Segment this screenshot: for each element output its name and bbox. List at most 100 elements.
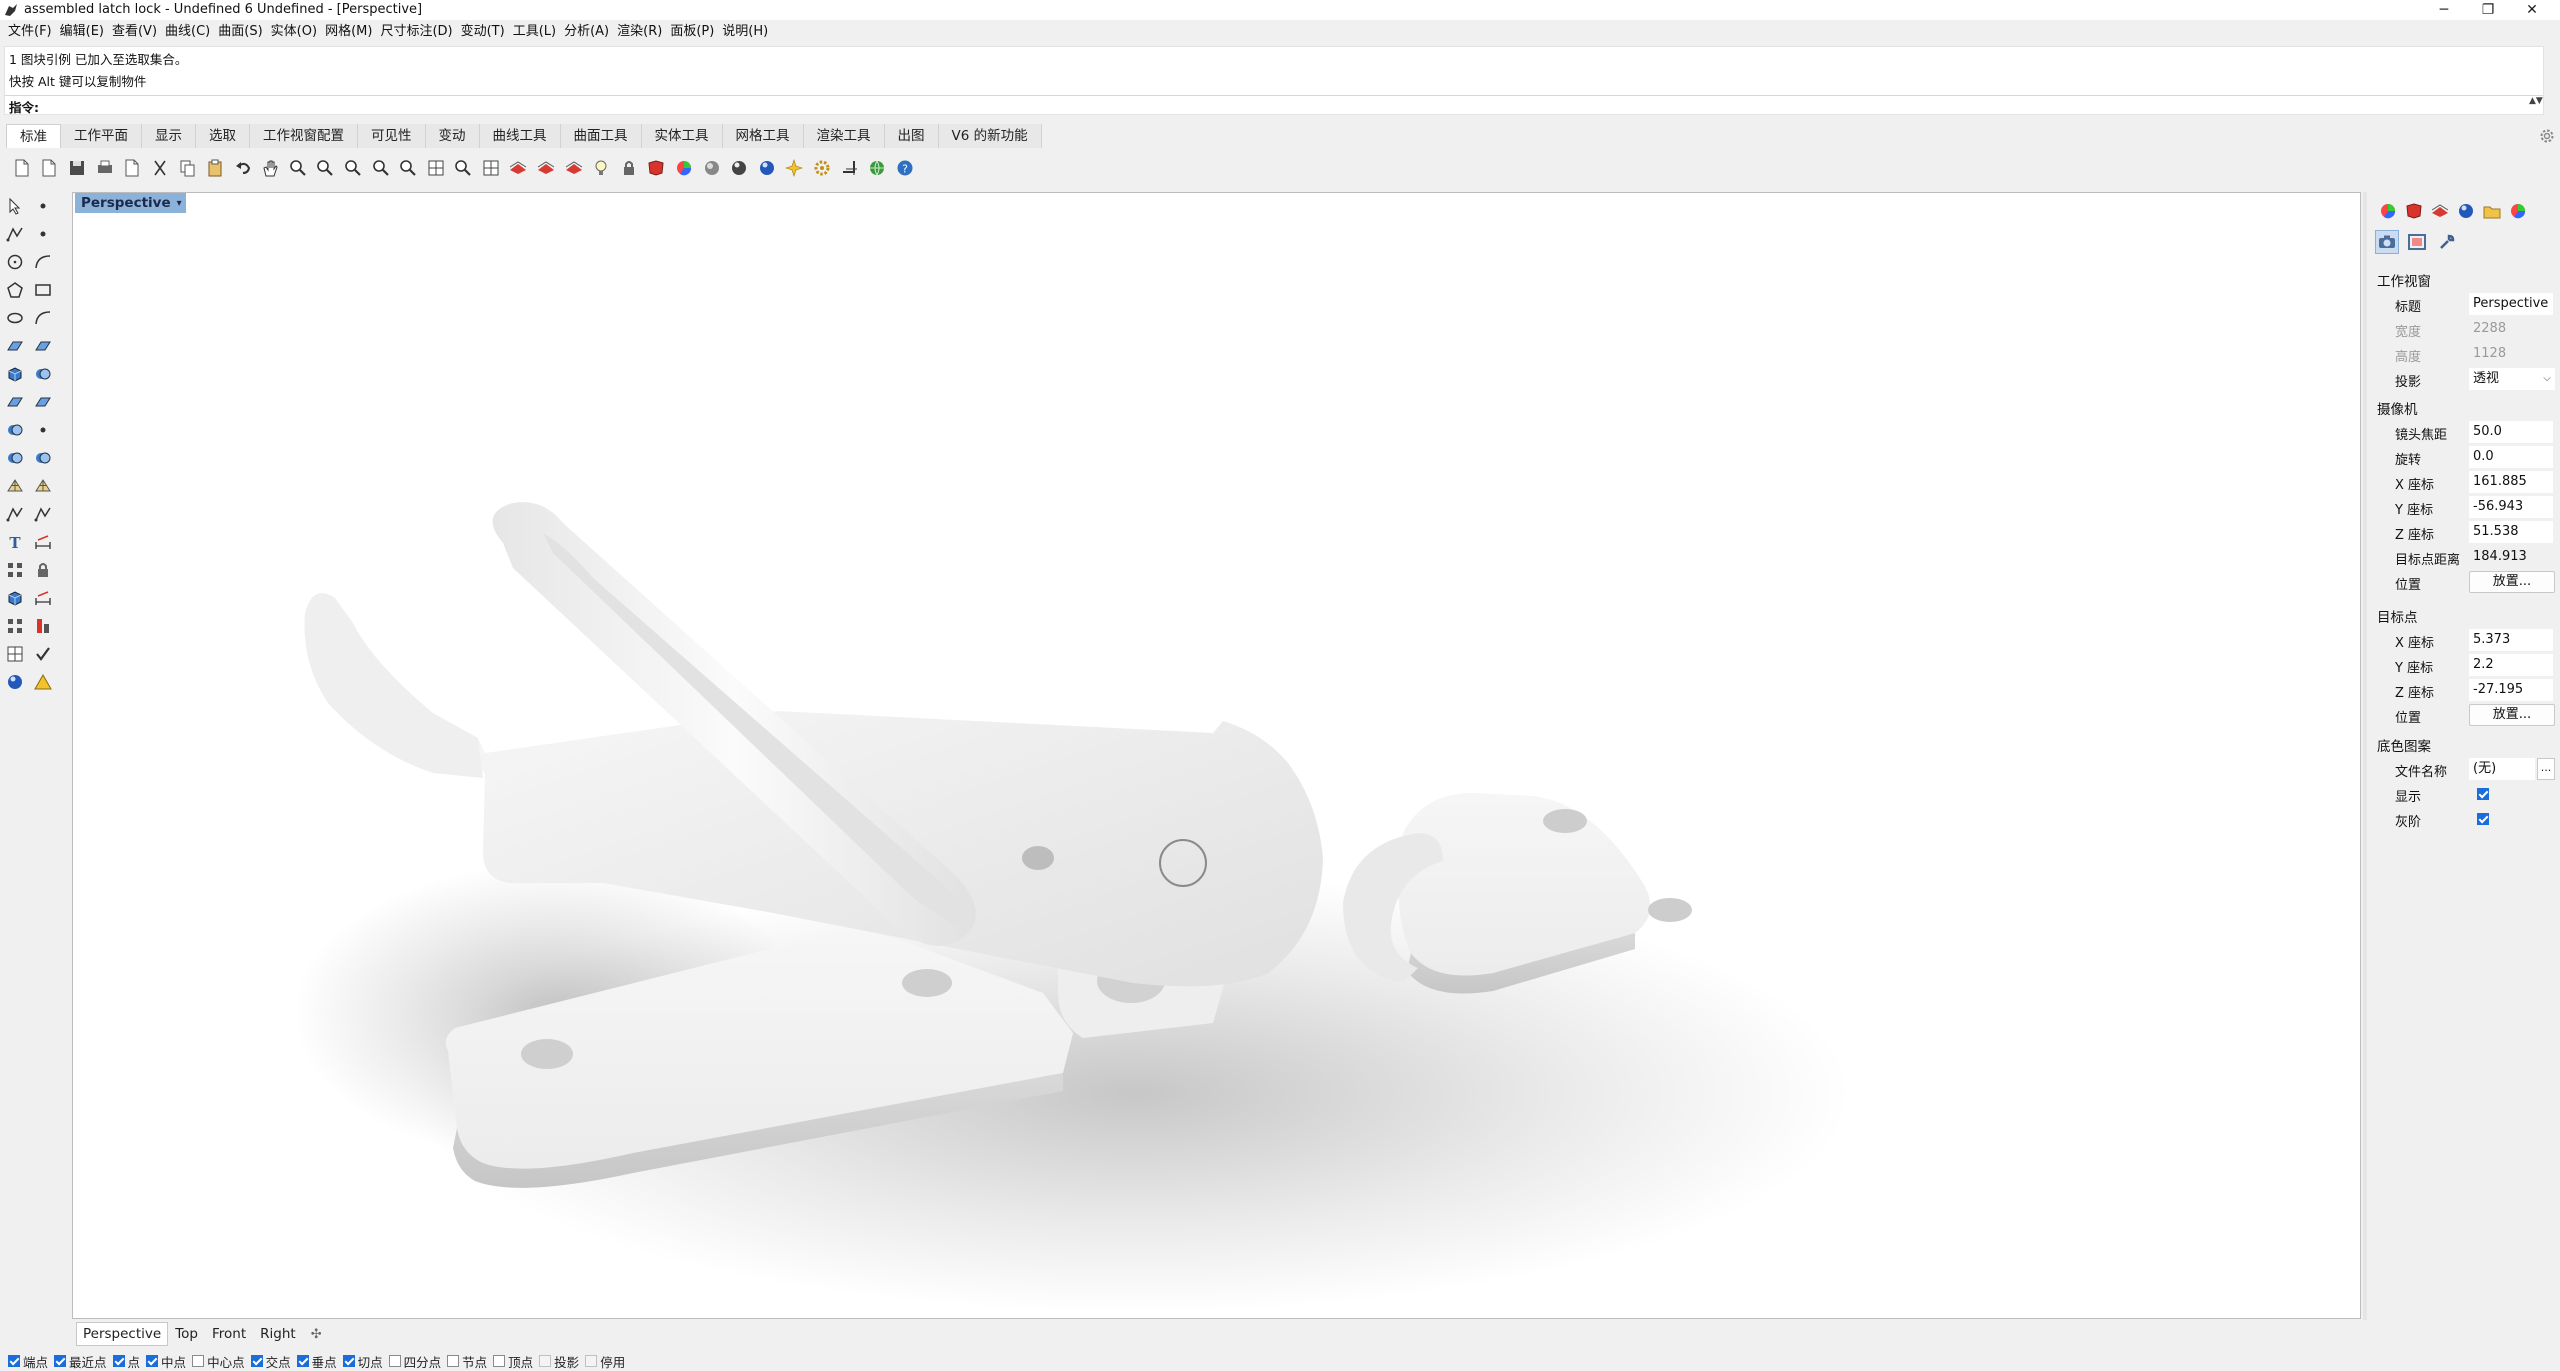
perspective-viewport[interactable]: Perspective ▾ [72, 192, 2361, 1319]
grayscale-checkbox[interactable] [2477, 813, 2489, 825]
zoom-window-icon[interactable] [339, 156, 367, 180]
curve-extend-icon[interactable] [33, 504, 55, 526]
osnap-item[interactable]: 四分点 [388, 1352, 441, 1371]
prop-camera-y-field[interactable]: -56.943 [2469, 496, 2553, 518]
hide-object-icon[interactable] [505, 156, 533, 180]
viewport-tab-right[interactable]: Right [253, 1322, 303, 1346]
split-icon[interactable] [33, 448, 55, 470]
tab-transform[interactable]: 变动 [425, 124, 480, 148]
prop-rotation-field[interactable]: 0.0 [2469, 446, 2553, 468]
four-views-icon[interactable] [422, 156, 450, 180]
osnap-checkbox[interactable] [112, 1355, 125, 1367]
osnap-item[interactable]: 顶点 [493, 1352, 533, 1371]
osnap-item[interactable]: 切点 [342, 1352, 383, 1371]
measure-icon[interactable] [33, 588, 55, 610]
join-icon[interactable] [5, 448, 27, 470]
osnap-item[interactable]: 端点 [8, 1352, 48, 1371]
gear-icon[interactable] [2538, 127, 2556, 145]
osnap-checkbox[interactable] [192, 1355, 205, 1367]
menu-view[interactable]: 查看(V) [110, 22, 163, 42]
extrude-icon[interactable] [5, 392, 27, 414]
render-sphere-icon[interactable] [753, 156, 781, 180]
maximize-button[interactable]: ❐ [2466, 0, 2510, 20]
tab-surface-tools[interactable]: 曲面工具 [560, 124, 642, 148]
display-icon[interactable] [2505, 200, 2531, 222]
new-file-icon[interactable] [8, 156, 36, 180]
check-icon[interactable] [33, 644, 55, 666]
lock-icon[interactable] [615, 156, 643, 180]
osnap-item[interactable]: 中点 [146, 1352, 186, 1371]
color-wheel-icon[interactable] [670, 156, 698, 180]
prop-camera-x-field[interactable]: 161.885 [2469, 471, 2553, 493]
surface-edge-icon[interactable] [33, 336, 55, 358]
boolean-icon[interactable] [33, 364, 55, 386]
select-arrow-icon[interactable] [5, 196, 27, 218]
array-icon[interactable] [5, 616, 27, 638]
camera-icon[interactable] [2375, 230, 2399, 254]
osnap-item[interactable]: 停用 [585, 1352, 625, 1371]
tab-render-tools[interactable]: 渲染工具 [803, 124, 885, 148]
print-icon[interactable] [91, 156, 119, 180]
paste-icon[interactable] [201, 156, 229, 180]
polyline-icon[interactable] [5, 224, 27, 246]
menu-tools[interactable]: 工具(L) [511, 22, 562, 42]
tab-solid-tools[interactable]: 实体工具 [641, 124, 723, 148]
block-icon[interactable] [33, 560, 55, 582]
osnap-checkbox[interactable] [8, 1355, 20, 1367]
menu-analyze[interactable]: 分析(A) [562, 22, 615, 42]
material-icon[interactable] [643, 156, 671, 180]
ghost-icon[interactable] [532, 156, 560, 180]
prop-focal-field[interactable]: 50.0 [2469, 421, 2553, 443]
light-icon[interactable] [587, 156, 615, 180]
globe-icon[interactable] [863, 156, 891, 180]
show-wallpaper-checkbox[interactable] [2477, 788, 2489, 800]
arc-icon[interactable] [33, 252, 55, 274]
menu-surface[interactable]: 曲面(S) [216, 22, 268, 42]
osnap-item[interactable]: 节点 [447, 1352, 487, 1371]
osnap-checkbox[interactable] [146, 1355, 159, 1367]
osnap-item[interactable]: 中心点 [192, 1352, 245, 1371]
menu-panels[interactable]: 面板(P) [668, 22, 720, 42]
menu-dimension[interactable]: 尺寸标注(D) [378, 22, 458, 42]
explode-icon[interactable] [5, 420, 27, 442]
prop-title-field[interactable]: Perspective [2469, 293, 2553, 315]
osnap-item[interactable]: 点 [112, 1352, 140, 1371]
point-icon[interactable] [33, 196, 55, 218]
close-button[interactable]: ✕ [2510, 0, 2554, 20]
tab-drafting[interactable]: 出图 [884, 124, 939, 148]
circle-icon[interactable] [5, 252, 27, 274]
tab-standard[interactable]: 标准 [6, 124, 61, 148]
rendered-sphere-icon[interactable] [725, 156, 753, 180]
sparkle-icon[interactable] [781, 156, 809, 180]
transform-icon[interactable] [836, 156, 864, 180]
pan-hand-icon[interactable] [256, 156, 284, 180]
osnap-checkbox[interactable] [447, 1355, 460, 1367]
place-camera-button[interactable]: 放置... [2469, 571, 2555, 593]
osnap-item[interactable]: 垂点 [296, 1352, 337, 1371]
layers-icon[interactable] [2427, 200, 2453, 222]
osnap-item[interactable]: 最近点 [54, 1352, 107, 1371]
offset-surface-icon[interactable] [33, 392, 55, 414]
solid-cylinder-icon[interactable] [5, 588, 27, 610]
osnap-checkbox[interactable] [54, 1355, 67, 1367]
osnap-checkbox[interactable] [342, 1355, 355, 1367]
rotate-view-icon[interactable] [284, 156, 312, 180]
tab-new-in-v6[interactable]: V6 的新功能 [938, 124, 1042, 148]
menu-edit[interactable]: 编辑(E) [58, 22, 110, 42]
undo-icon[interactable] [229, 156, 257, 180]
viewport-tab-front[interactable]: Front [205, 1322, 253, 1346]
frame-icon[interactable] [2405, 230, 2429, 254]
osnap-checkbox[interactable] [493, 1355, 506, 1367]
osnap-checkbox[interactable] [388, 1355, 401, 1367]
menu-solid[interactable]: 实体(O) [269, 22, 323, 42]
surface-icon[interactable] [5, 336, 27, 358]
mesh-icon[interactable] [5, 476, 27, 498]
polygon-icon[interactable] [5, 280, 27, 302]
zoom-selected-icon[interactable] [394, 156, 422, 180]
command-scroll-spinner[interactable]: ▲▼ [2529, 96, 2543, 116]
menu-mesh[interactable]: 网格(M) [323, 22, 378, 42]
help-icon[interactable]: ? [891, 156, 919, 180]
browse-file-button[interactable]: ... [2537, 758, 2555, 780]
menu-help[interactable]: 说明(H) [720, 22, 774, 42]
add-viewport-icon[interactable]: ✣ [303, 1327, 330, 1342]
